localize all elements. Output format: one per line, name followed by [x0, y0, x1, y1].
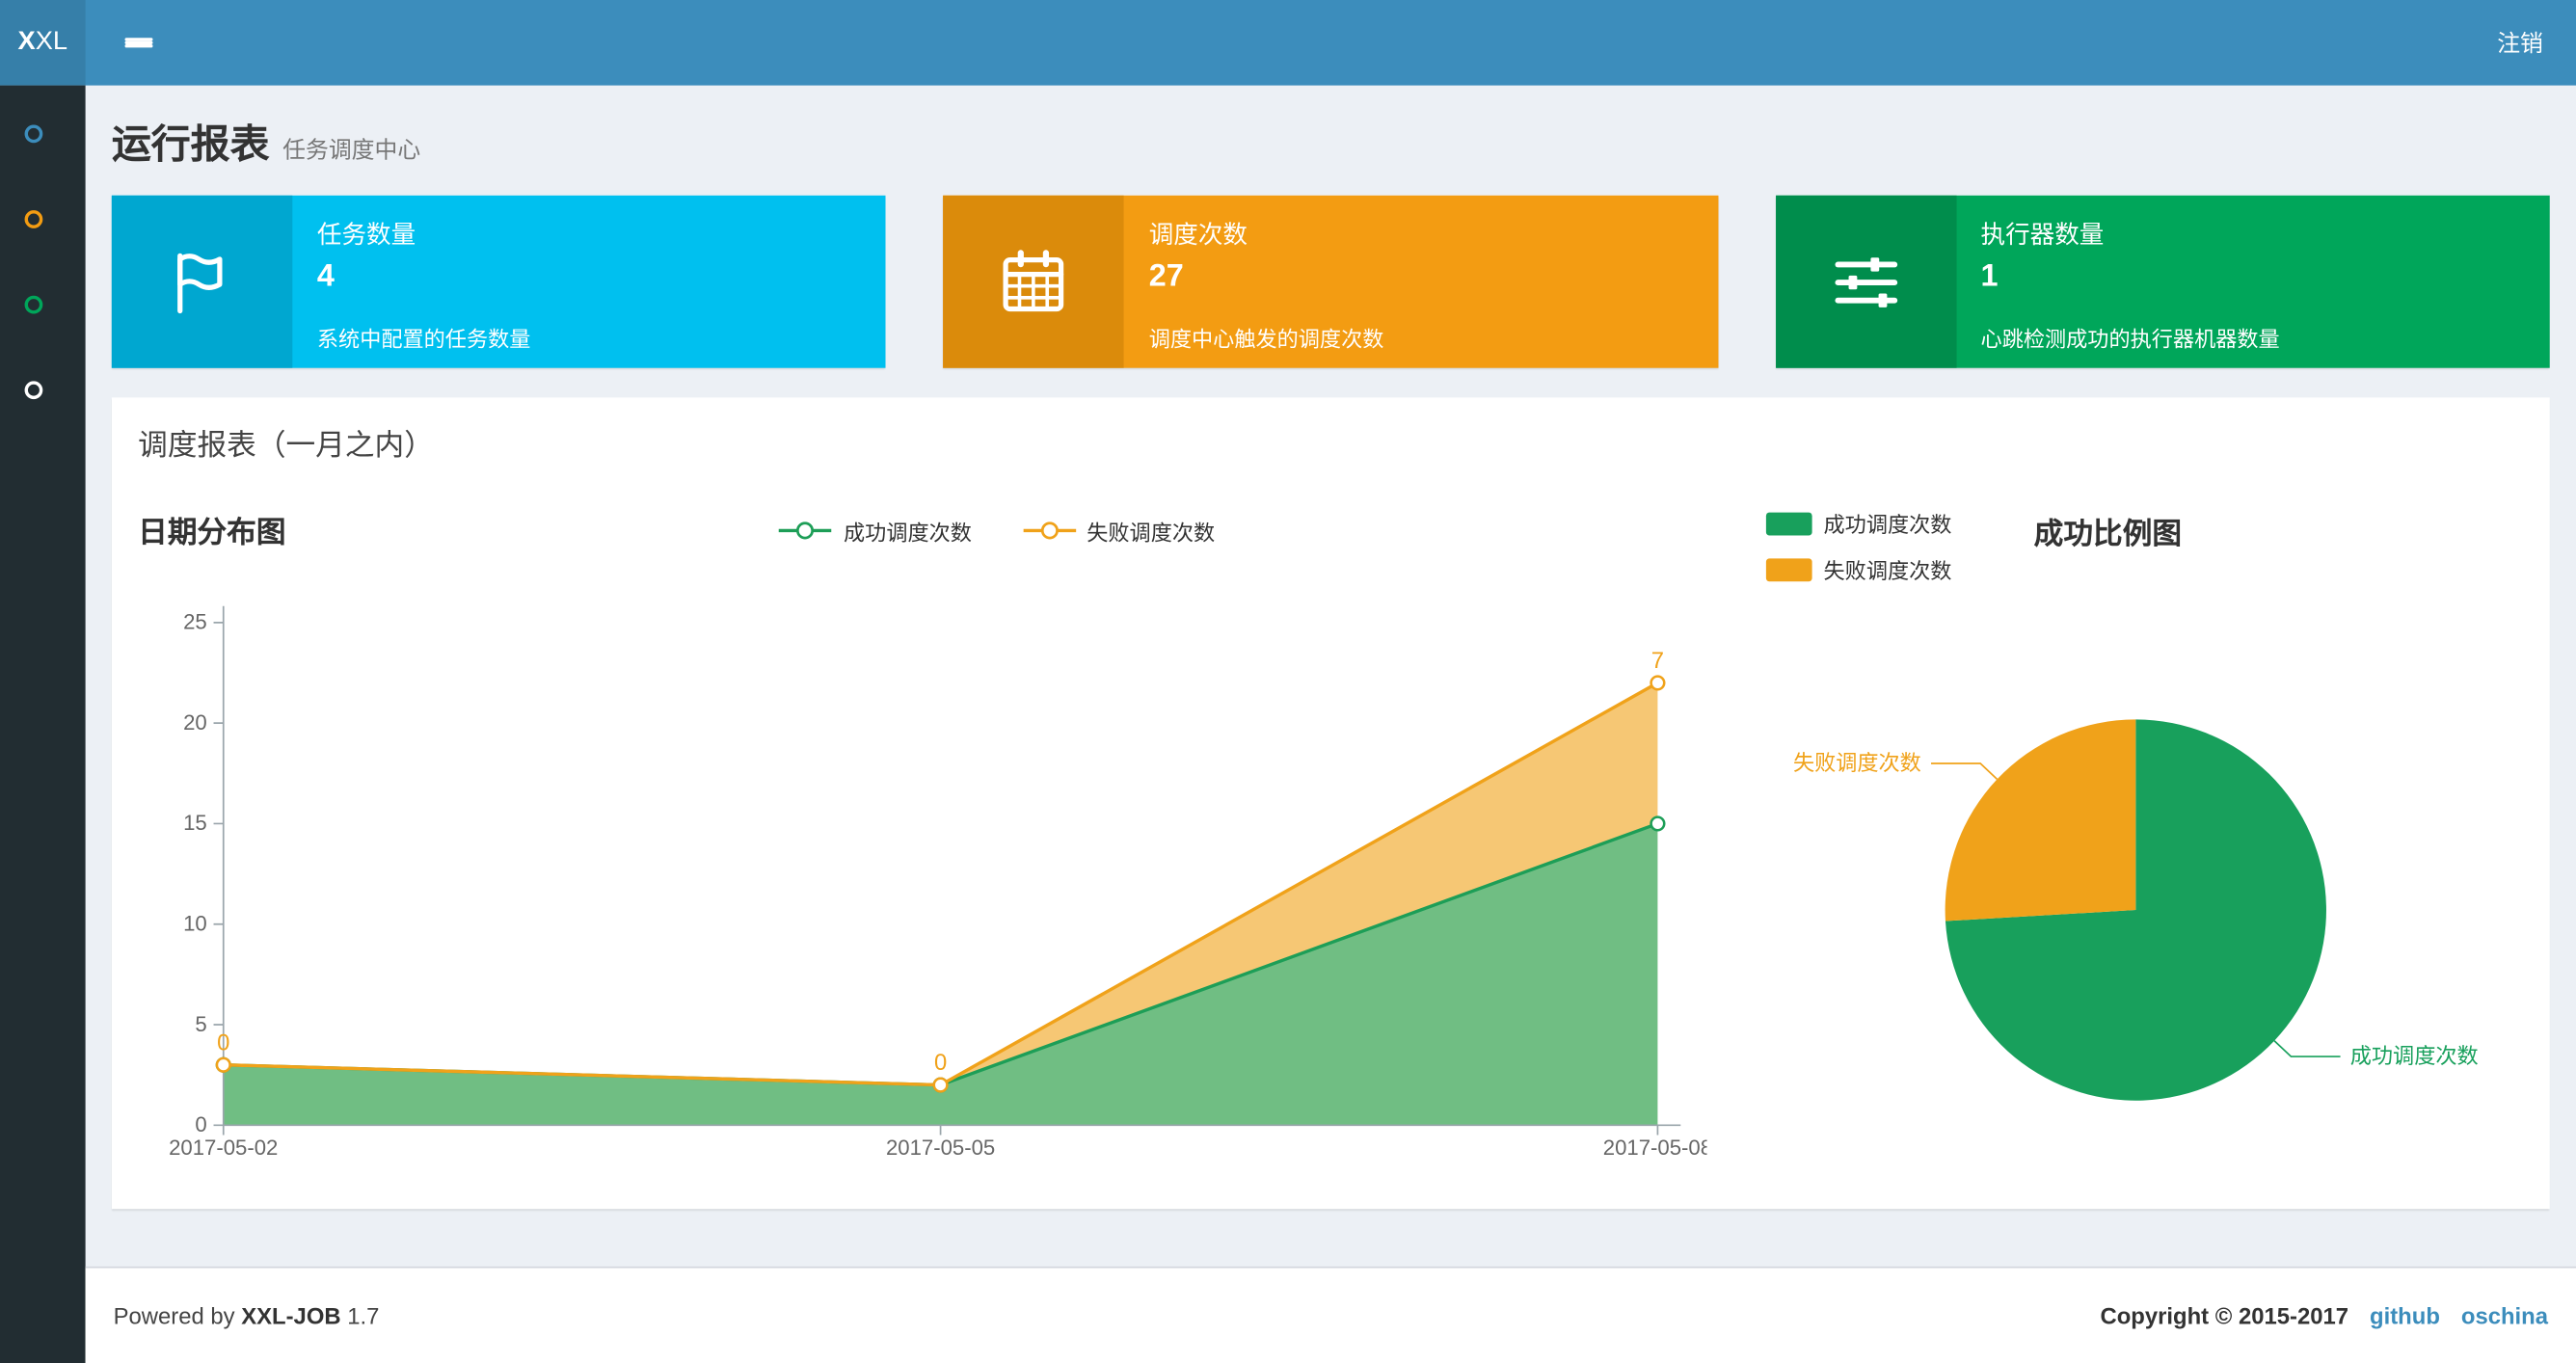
- legend-swatch-icon: [1765, 557, 1812, 581]
- pie-chart-title: 成功比例图: [2033, 517, 2183, 550]
- footer: Powered by XXL-JOB 1.7 Copyright © 2015-…: [85, 1266, 2576, 1363]
- app: X XL 注销 运行报表 任务调度中心 任务数量 4 系统中配置的任务数量 调度…: [0, 0, 2576, 1363]
- sidebar-item-2[interactable]: [0, 175, 86, 261]
- svg-text:7: 7: [1651, 648, 1664, 674]
- footer-copyright: Copyright © 2015-2017 github oschina: [2100, 1302, 2548, 1328]
- info-box-description: 心跳检测成功的执行器机器数量: [1980, 327, 2280, 352]
- info-box-value: 27: [1148, 259, 1184, 295]
- info-box: 任务数量 4 系统中配置的任务数量: [111, 195, 887, 368]
- svg-text:20: 20: [183, 710, 207, 735]
- page-subtitle: 任务调度中心: [282, 136, 421, 163]
- svg-text:2017-05-02: 2017-05-02: [169, 1136, 278, 1160]
- footer-powered-by: Powered by XXL-JOB 1.7: [114, 1302, 380, 1328]
- svg-text:0: 0: [217, 1029, 229, 1056]
- panel-title: 调度报表（一月之内）: [138, 428, 434, 462]
- legend-label: 失败调度次数: [1823, 558, 1952, 583]
- line-marker-icon: [1022, 521, 1076, 540]
- circle-icon: [24, 294, 43, 313]
- info-box-value: 4: [316, 259, 335, 295]
- app-logo[interactable]: X XL: [0, 0, 86, 86]
- info-box-row: 任务数量 4 系统中配置的任务数量 调度次数 27 调度中心触发的调度次数 执行…: [111, 195, 2550, 368]
- svg-text:0: 0: [195, 1112, 206, 1136]
- line-chart-legend: 成功调度次数 失败调度次数: [286, 515, 1707, 546]
- calendar-icon: [943, 195, 1125, 368]
- legend-item-success[interactable]: 成功调度次数: [778, 515, 972, 546]
- info-box-label: 任务数量: [316, 222, 416, 251]
- date-distribution-section: 日期分布图 成功调度次数 失败调度次数 0 5 10 15 20 25 2017…: [138, 492, 1712, 1170]
- sidebar-item-3[interactable]: [0, 261, 86, 347]
- circle-icon: [24, 209, 43, 228]
- info-box: 执行器数量 1 心跳检测成功的执行器机器数量: [1775, 195, 2550, 368]
- svg-text:失败调度次数: 失败调度次数: [1793, 751, 1921, 775]
- sidebar-toggle-button[interactable]: [115, 28, 162, 58]
- github-link[interactable]: github: [2370, 1302, 2440, 1328]
- main-content: 运行报表 任务调度中心 任务数量 4 系统中配置的任务数量 调度次数 27 调度…: [86, 86, 2576, 1210]
- copyright-text: Copyright © 2015-2017: [2100, 1302, 2349, 1329]
- line-chart-header: 日期分布图 成功调度次数 失败调度次数: [138, 504, 1706, 557]
- circle-icon: [24, 123, 43, 143]
- circle-icon: [24, 380, 43, 399]
- svg-text:10: 10: [183, 912, 207, 936]
- info-box-label: 调度次数: [1148, 222, 1248, 251]
- svg-text:成功调度次数: 成功调度次数: [2350, 1044, 2479, 1068]
- legend-label: 成功调度次数: [1823, 512, 1952, 538]
- info-box: 调度次数 27 调度中心触发的调度次数: [943, 195, 1718, 368]
- svg-text:2017-05-05: 2017-05-05: [886, 1136, 995, 1160]
- report-panel: 调度报表（一月之内） 日期分布图 成功调度次数 失败调度次数 0 5 10 15…: [111, 397, 2550, 1210]
- hamburger-icon: [124, 38, 153, 48]
- legend-item-fail[interactable]: 失败调度次数: [1021, 515, 1215, 546]
- logout-link[interactable]: 注销: [2497, 26, 2543, 59]
- legend-label: 成功调度次数: [844, 520, 972, 545]
- success-ratio-section: 成功调度次数 失败调度次数 成功比例图 成功调度次数 失败调度次数: [1707, 492, 2524, 1170]
- page-title: 运行报表: [111, 122, 270, 168]
- flag-icon: [111, 195, 293, 368]
- success-ratio-chart[interactable]: 成功调度次数 失败调度次数: [1766, 585, 2506, 1160]
- navbar-content: 注销: [86, 0, 2576, 86]
- sidebar-item-4[interactable]: [0, 347, 86, 433]
- svg-text:2017-05-08: 2017-05-08: [1603, 1136, 1707, 1160]
- svg-text:15: 15: [183, 811, 207, 835]
- info-box-description: 调度中心触发的调度次数: [1148, 327, 1384, 352]
- svg-text:25: 25: [183, 610, 207, 634]
- svg-text:0: 0: [934, 1050, 947, 1076]
- product-name: XXL-JOB: [241, 1302, 341, 1329]
- line-marker-icon: [779, 521, 833, 540]
- powered-by-text: Powered by: [113, 1302, 235, 1329]
- panel-body: 日期分布图 成功调度次数 失败调度次数 0 5 10 15 20 25 2017…: [112, 485, 2550, 1209]
- svg-text:5: 5: [195, 1012, 206, 1036]
- info-box-content: 任务数量 4 系统中配置的任务数量: [292, 196, 886, 368]
- logo-text: XL: [35, 27, 68, 56]
- info-box-content: 执行器数量 1 心跳检测成功的执行器机器数量: [1956, 196, 2550, 368]
- legend-item-success[interactable]: 成功调度次数: [1765, 508, 1952, 539]
- info-box-content: 调度次数 27 调度中心触发的调度次数: [1124, 196, 1718, 368]
- line-chart-title: 日期分布图: [138, 516, 286, 549]
- legend-swatch-icon: [1765, 511, 1812, 535]
- top-navbar: X XL 注销: [0, 0, 2576, 86]
- legend-item-fail[interactable]: 失败调度次数: [1765, 553, 1952, 584]
- info-box-value: 1: [1980, 259, 1999, 295]
- date-distribution-chart[interactable]: 05101520252017-05-02 2017-05-05 2017-05-08…: [138, 570, 1712, 1161]
- content-header: 运行报表 任务调度中心: [86, 86, 2576, 170]
- info-box-label: 执行器数量: [1980, 222, 2105, 251]
- product-version: 1.7: [347, 1302, 380, 1329]
- pie-chart-legend: 成功调度次数 失败调度次数: [1765, 508, 1952, 585]
- info-box-description: 系统中配置的任务数量: [316, 327, 531, 352]
- oschina-link[interactable]: oschina: [2461, 1302, 2548, 1328]
- legend-label: 失败调度次数: [1087, 520, 1216, 545]
- sidebar-item-1[interactable]: [0, 91, 86, 176]
- pie-chart-header: 成功调度次数 失败调度次数 成功比例图: [1765, 508, 2524, 585]
- sliders-icon: [1775, 195, 1956, 368]
- logo-text-bold: X: [17, 27, 36, 56]
- sidebar: [0, 85, 86, 1363]
